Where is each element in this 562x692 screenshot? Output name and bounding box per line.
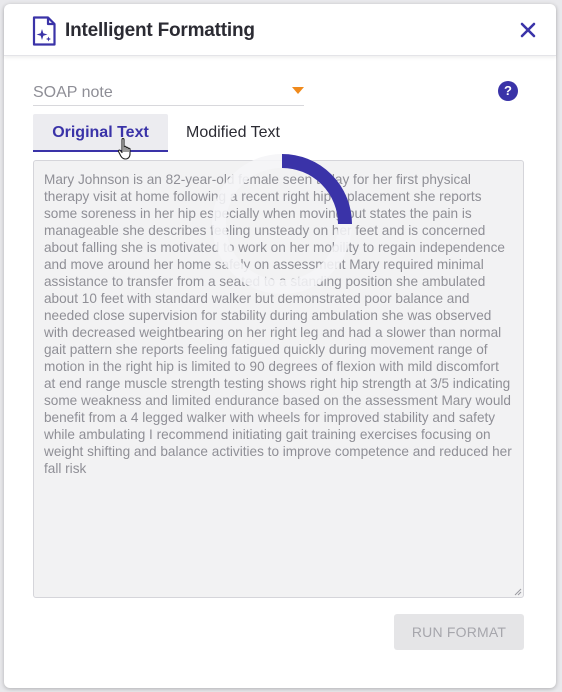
dialog-header: Intelligent Formatting xyxy=(4,4,556,56)
run-format-button[interactable]: RUN FORMAT xyxy=(394,614,524,650)
close-icon[interactable] xyxy=(516,18,540,42)
intelligent-formatting-dialog: Intelligent Formatting SOAP note ? Origi… xyxy=(4,4,556,688)
caret-down-icon xyxy=(292,87,304,94)
format-type-value: SOAP note xyxy=(33,84,113,101)
tab-original-text[interactable]: Original Text xyxy=(33,114,168,152)
format-type-select[interactable]: SOAP note xyxy=(33,82,304,106)
help-button[interactable]: ? xyxy=(498,81,518,101)
original-text-area[interactable]: Mary Johnson is an 82-year-old female se… xyxy=(33,160,524,598)
tab-modified-text[interactable]: Modified Text xyxy=(173,114,293,152)
document-sparkle-icon xyxy=(32,16,56,46)
resize-grip-icon[interactable] xyxy=(512,586,522,596)
dialog-title: Intelligent Formatting xyxy=(65,20,255,41)
